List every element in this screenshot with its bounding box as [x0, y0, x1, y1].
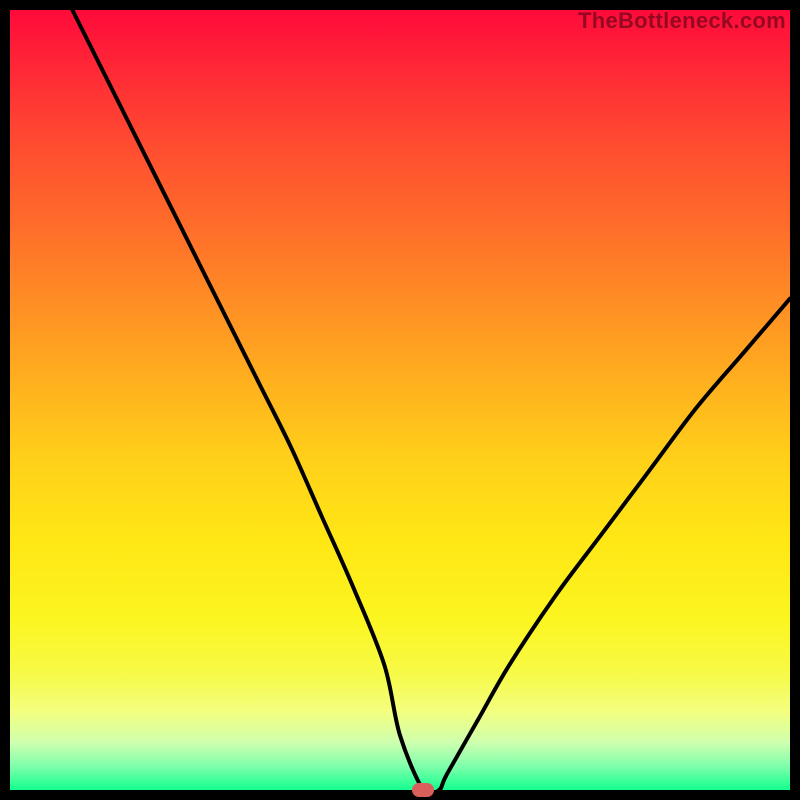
- bottleneck-curve-path: [72, 10, 790, 790]
- chart-plot-area: TheBottleneck.com: [10, 10, 790, 790]
- min-marker-icon: [412, 783, 434, 797]
- attribution-label: TheBottleneck.com: [578, 8, 786, 34]
- chart-frame: TheBottleneck.com: [0, 0, 800, 800]
- bottleneck-curve-svg: [10, 10, 790, 790]
